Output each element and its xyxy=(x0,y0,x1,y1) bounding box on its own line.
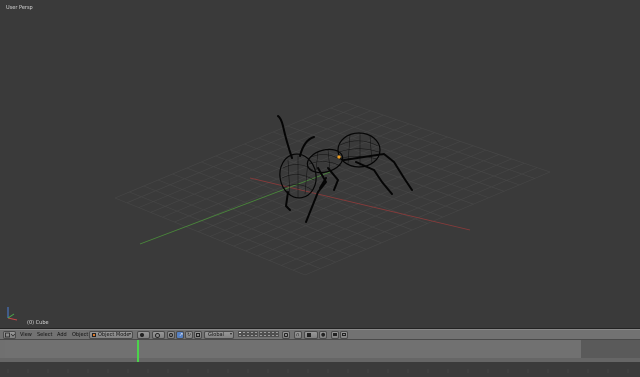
floor-grid xyxy=(114,101,551,276)
snap-toggle-button[interactable]: ∩ xyxy=(294,331,302,339)
menu-object[interactable]: Object xyxy=(72,332,88,338)
3d-view-icon[interactable] xyxy=(3,331,16,339)
grid-line xyxy=(316,113,520,186)
scale-icon xyxy=(196,333,200,337)
scene-canvas[interactable] xyxy=(0,0,640,328)
dropdown-arrows-icon: ▾ xyxy=(229,331,232,336)
snap-toggle-icon: ∩ xyxy=(296,332,300,338)
transform-orientation-dropdown[interactable]: Global ▾ xyxy=(204,331,234,339)
opengl-render-icon xyxy=(333,333,337,336)
transform-orientation-label: Global xyxy=(208,332,224,338)
pivot-point-dropdown[interactable] xyxy=(152,331,165,339)
ruler-ticks xyxy=(7,369,629,373)
mode-selector[interactable]: Object Mode ▾ xyxy=(89,331,133,339)
dropdown-arrows-icon: ▾ xyxy=(128,331,131,336)
proportional-editing-dropdown[interactable]: ● xyxy=(319,331,327,339)
menu-add[interactable]: Add xyxy=(57,332,67,338)
opengl-anim-icon xyxy=(342,333,346,336)
lock-camera-button[interactable] xyxy=(282,331,290,339)
object-origin-point xyxy=(337,155,341,159)
translate-icon: ↗ xyxy=(179,332,184,338)
lock-icon xyxy=(284,333,288,337)
active-object-label: (0) Cube xyxy=(27,320,49,326)
layer-button[interactable] xyxy=(275,334,279,337)
grid-line xyxy=(344,101,551,173)
pivot-point-icon xyxy=(155,333,160,338)
translate-manipulator-button[interactable]: ↗ xyxy=(176,331,184,339)
ant-abdomen xyxy=(337,132,381,168)
proportional-edit-icon: ● xyxy=(321,332,326,338)
opengl-anim-button[interactable] xyxy=(340,331,348,339)
menu-select[interactable]: Select xyxy=(37,332,52,338)
snap-target-dropdown[interactable] xyxy=(304,331,318,339)
grid-line xyxy=(330,107,535,179)
rotate-icon: ↻ xyxy=(187,332,192,338)
3d-viewport[interactable]: User Persp (0) Cube xyxy=(0,0,640,329)
layer-buttons xyxy=(238,330,280,340)
menu-view[interactable]: View xyxy=(20,332,32,338)
object-mode-icon xyxy=(92,333,96,337)
view-name-label: User Persp xyxy=(6,5,33,11)
viewport-shading-icon xyxy=(140,333,144,337)
blender-window: User Persp (0) Cube View Select Add Obje… xyxy=(0,0,640,373)
opengl-render-button[interactable] xyxy=(331,331,339,339)
frame-ruler[interactable] xyxy=(0,358,640,373)
rotate-manipulator-button[interactable]: ↻ xyxy=(185,331,193,339)
current-frame-marker[interactable] xyxy=(137,340,139,362)
viewport-shading-dropdown[interactable] xyxy=(137,331,150,339)
manipulator-toggle-icon xyxy=(169,333,173,337)
manipulator-toggle-button[interactable] xyxy=(167,331,175,339)
axis-orientation-gizmo xyxy=(7,307,18,321)
timeline-editor[interactable] xyxy=(0,340,640,373)
snap-target-icon xyxy=(307,333,311,337)
scale-manipulator-button[interactable] xyxy=(194,331,202,339)
mode-selector-label: Object Mode xyxy=(98,332,130,338)
layer-button[interactable] xyxy=(254,334,258,337)
3d-view-header: View Select Add Object Object Mode ▾ ↗ ↻… xyxy=(0,329,640,340)
